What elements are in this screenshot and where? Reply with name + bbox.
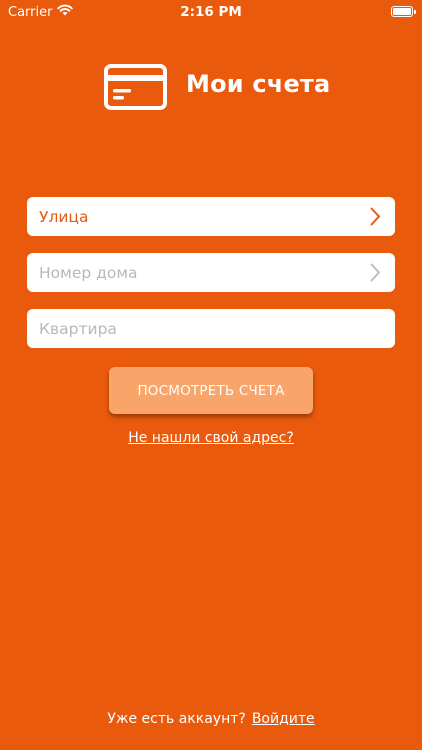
chevron-right-icon	[370, 207, 380, 226]
view-bills-button[interactable]: ПОСМОТРЕТЬ СЧЕТА	[109, 367, 313, 414]
street-select[interactable]: Улица	[27, 197, 395, 236]
credit-card-icon	[104, 64, 167, 110]
apartment-input[interactable]	[27, 309, 395, 348]
address-not-found-link[interactable]: Не нашли свой адрес?	[0, 430, 422, 446]
status-time: 2:16 PM	[180, 4, 242, 20]
app-header: Мои счета	[0, 62, 422, 112]
page-title: Мои счета	[186, 70, 331, 98]
footer: Уже есть аккаунт? Войдите	[0, 711, 422, 727]
account-prompt: Уже есть аккаунт?	[107, 711, 246, 727]
battery-icon	[391, 6, 416, 17]
status-bar: Carrier 2:16 PM	[0, 0, 422, 24]
house-number-select[interactable]: Номер дома	[27, 253, 395, 292]
house-number-placeholder: Номер дома	[39, 263, 138, 282]
street-value: Улица	[39, 207, 89, 226]
chevron-right-icon	[370, 263, 380, 282]
login-link[interactable]: Войдите	[252, 711, 315, 727]
